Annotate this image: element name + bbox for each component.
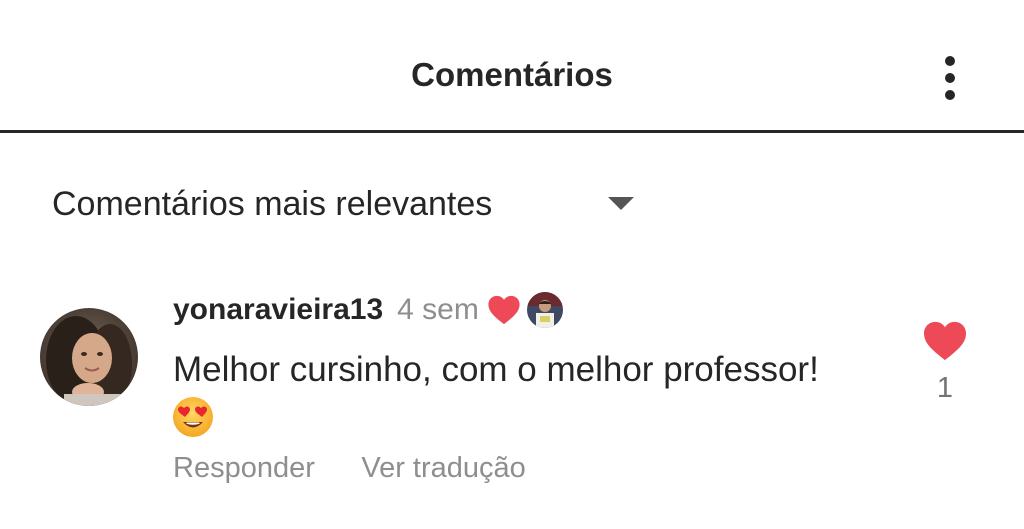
- comment-username[interactable]: yonaravieira13: [173, 293, 383, 326]
- like-button[interactable]: [922, 320, 968, 362]
- heart-eyes-emoji-icon: [171, 395, 215, 439]
- creator-heart-icon: [487, 294, 521, 326]
- comment-text: Melhor cursinho, com o melhor professor!: [173, 350, 819, 389]
- caret-down-icon: [608, 197, 634, 210]
- sort-dropdown[interactable]: Comentários mais relevantes: [52, 180, 652, 230]
- more-options-button[interactable]: [930, 54, 970, 102]
- creator-avatar: [526, 292, 563, 328]
- comment-actions: Responder Ver tradução: [173, 452, 526, 485]
- avatar[interactable]: [40, 308, 138, 406]
- like-count: 1: [936, 372, 954, 404]
- see-translation-button[interactable]: Ver tradução: [361, 452, 525, 485]
- page-title: Comentários: [411, 56, 613, 93]
- heart-icon: [922, 321, 968, 366]
- comment-timestamp: 4 sem: [397, 293, 479, 326]
- reply-button[interactable]: Responder: [173, 452, 315, 485]
- comments-screen: Comentários Comentários mais relevantes: [0, 0, 1024, 529]
- sort-label: Comentários mais relevantes: [52, 185, 493, 223]
- header-bar: Comentários: [0, 0, 1024, 133]
- comment-item: yonaravieira13 4 sem Melhor cursinho, com…: [0, 280, 1024, 500]
- comment-meta: yonaravieira13 4 sem: [173, 292, 563, 332]
